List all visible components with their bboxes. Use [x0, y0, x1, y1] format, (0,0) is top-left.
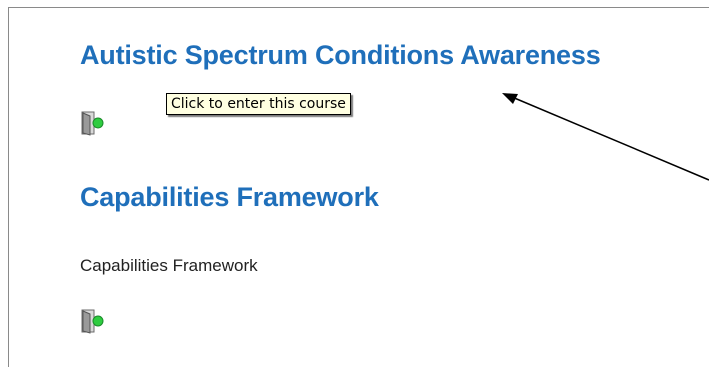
enter-course-icon[interactable] [80, 110, 104, 136]
course-title-link-capabilities-framework[interactable]: Capabilities Framework [80, 182, 379, 213]
course-title-link-autistic-spectrum[interactable]: Autistic Spectrum Conditions Awareness [80, 40, 601, 71]
tooltip: Click to enter this course [166, 93, 351, 115]
enter-course-icon[interactable] [80, 308, 104, 334]
course-description: Capabilities Framework [80, 256, 258, 275]
